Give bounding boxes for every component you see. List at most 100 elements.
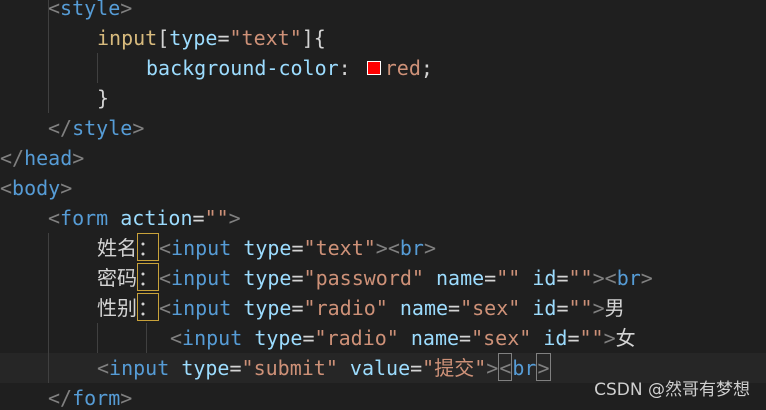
tag-bracket: > — [536, 353, 551, 381]
text-content: 男 — [604, 296, 625, 320]
equals-sign: = — [484, 266, 497, 290]
punctuation: } — [97, 86, 110, 110]
tag-name: body — [12, 176, 61, 200]
tag-bracket: > — [120, 386, 133, 410]
string-literal: "radio" — [314, 326, 399, 350]
tag-name: input — [171, 266, 232, 290]
tag-bracket: < — [387, 236, 400, 260]
code-line-7: <body> — [0, 173, 72, 203]
text-content: 密码 — [97, 266, 137, 290]
tag-bracket: </ — [0, 146, 25, 170]
color-swatch-icon[interactable] — [366, 61, 381, 75]
string-literal: "" — [204, 206, 229, 230]
code-line-10: 密码：<input type="password" name="" id="">… — [97, 263, 653, 293]
tag-bracket: > — [592, 296, 605, 320]
attribute-name: id — [532, 296, 557, 320]
code-line-8: <form action=""> — [48, 203, 241, 233]
tag-bracket: > — [603, 326, 616, 350]
indent-guide — [97, 323, 98, 353]
string-literal: "submit" — [241, 356, 338, 380]
equals-sign: = — [291, 236, 304, 260]
string-literal: "" — [579, 326, 604, 350]
string-literal: "" — [496, 266, 521, 290]
tag-bracket: > — [486, 356, 499, 380]
tag-name: input — [171, 296, 232, 320]
tag-bracket: </ — [48, 116, 73, 140]
tag-bracket: < — [170, 326, 183, 350]
code-line-2: input[type="text"]{ — [97, 23, 326, 53]
attribute-name: name — [436, 266, 485, 290]
tag-bracket: > — [592, 266, 605, 290]
css-property: background-color — [146, 56, 339, 80]
text-content: ： — [137, 233, 159, 261]
attribute-name: type — [243, 266, 292, 290]
equals-sign: = — [410, 356, 423, 380]
equals-sign: = — [229, 356, 242, 380]
attribute-name: type — [243, 236, 292, 260]
string-literal: red — [384, 56, 421, 80]
punctuation: : — [338, 56, 363, 80]
tag-bracket: < — [159, 266, 172, 290]
tag-bracket: > — [72, 146, 85, 170]
code-line-14: </form> — [48, 383, 132, 410]
indent-guide — [48, 0, 49, 113]
string-literal: "" — [568, 266, 593, 290]
string-literal: "提交" — [422, 356, 487, 380]
attribute-name: type — [254, 326, 303, 350]
code-line-5: </style> — [48, 113, 144, 143]
equals-sign: = — [556, 266, 569, 290]
tag-bracket: < — [48, 206, 61, 230]
indent-guide — [146, 323, 147, 353]
tag-bracket: < — [0, 176, 13, 200]
code-line-11: 性别：<input type="radio" name="sex" id="">… — [97, 293, 625, 323]
code-line-9: 姓名：<input type="text"><br> — [97, 233, 436, 263]
equals-sign: = — [291, 296, 304, 320]
text-content: ： — [137, 263, 159, 291]
tag-bracket: < — [48, 0, 61, 20]
equals-sign: = — [567, 326, 580, 350]
string-literal: "sex" — [460, 296, 521, 320]
tag-name: br — [616, 266, 641, 290]
tag-name: form — [72, 386, 121, 410]
string-literal: "radio" — [303, 296, 388, 320]
tag-bracket: > — [375, 236, 388, 260]
attribute-name: name — [410, 326, 460, 350]
watermark: CSDN @然哥有梦想 — [594, 380, 750, 400]
tag-bracket: > — [228, 206, 241, 230]
code-line-1: <style> — [48, 0, 132, 23]
equals-sign: = — [217, 26, 230, 50]
attribute-name: value — [349, 356, 411, 380]
tag-name: style — [60, 0, 121, 20]
equals-sign: = — [448, 296, 461, 320]
tag-name: input — [182, 326, 243, 350]
tag-bracket: > — [120, 0, 133, 20]
punctuation: [ — [157, 26, 170, 50]
punctuation: ] — [301, 26, 314, 50]
indent-guide — [48, 233, 49, 383]
tag-bracket: < — [498, 353, 513, 381]
tag-bracket: </ — [48, 386, 73, 410]
tag-name: style — [72, 116, 133, 140]
string-literal: "text" — [229, 26, 302, 50]
equals-sign: = — [459, 326, 472, 350]
attribute-name: action — [120, 206, 193, 230]
tag-bracket: < — [159, 296, 172, 320]
tag-bracket: < — [159, 236, 172, 260]
tag-bracket: > — [60, 176, 73, 200]
code-editor[interactable]: <style> input[type="text"]{ background-c… — [0, 0, 766, 410]
text-content: 姓名 — [97, 236, 137, 260]
attribute-name: id — [532, 266, 557, 290]
tag-name: input — [109, 356, 170, 380]
